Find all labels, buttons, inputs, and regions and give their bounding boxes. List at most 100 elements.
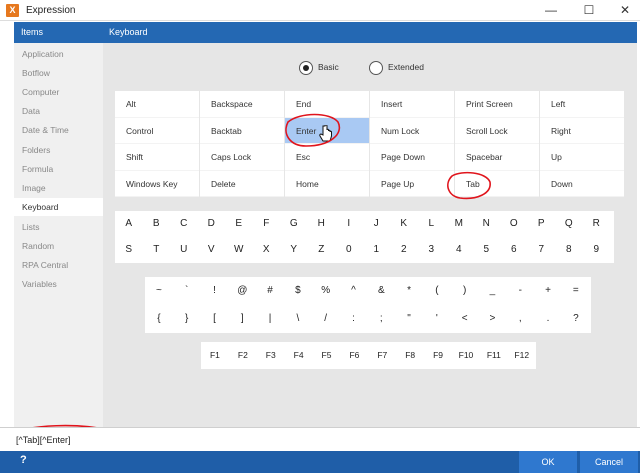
symbol-key[interactable]: # bbox=[256, 277, 284, 305]
symbol-key[interactable]: , bbox=[506, 305, 534, 333]
key-f4[interactable]: F4 bbox=[285, 342, 313, 369]
symbol-key[interactable]: ] bbox=[228, 305, 256, 333]
key-a[interactable]: A bbox=[115, 211, 143, 237]
sidebar-item-date-time[interactable]: Date & Time bbox=[14, 121, 103, 139]
sidebar-item-lists[interactable]: Lists bbox=[14, 218, 103, 236]
sidebar-item-botflow[interactable]: Botflow bbox=[14, 64, 103, 82]
key-print-screen[interactable]: Print Screen bbox=[455, 91, 539, 118]
key-right[interactable]: Right bbox=[540, 117, 624, 144]
key-f[interactable]: F bbox=[253, 211, 281, 237]
key-u[interactable]: U bbox=[170, 237, 198, 263]
key-i[interactable]: I bbox=[335, 211, 363, 237]
sidebar-item-formula[interactable]: Formula bbox=[14, 160, 103, 178]
key-v[interactable]: V bbox=[198, 237, 226, 263]
key-9[interactable]: 9 bbox=[583, 237, 611, 263]
key-g[interactable]: G bbox=[280, 211, 308, 237]
key-q[interactable]: Q bbox=[555, 211, 583, 237]
key-b[interactable]: B bbox=[143, 211, 171, 237]
key-l[interactable]: L bbox=[418, 211, 446, 237]
sidebar-item-rpa-central[interactable]: RPA Central bbox=[14, 256, 103, 274]
key-enter[interactable]: Enter bbox=[285, 117, 369, 144]
maximize-button[interactable]: ☐ bbox=[574, 0, 604, 21]
symbol-key[interactable]: @ bbox=[228, 277, 256, 305]
key-3[interactable]: 3 bbox=[418, 237, 446, 263]
key-e[interactable]: E bbox=[225, 211, 253, 237]
key-4[interactable]: 4 bbox=[445, 237, 473, 263]
key-left[interactable]: Left bbox=[540, 91, 624, 118]
symbol-key[interactable]: > bbox=[479, 305, 507, 333]
sidebar-item-keyboard[interactable]: Keyboard bbox=[14, 198, 103, 216]
key-7[interactable]: 7 bbox=[528, 237, 556, 263]
key-num-lock[interactable]: Num Lock bbox=[370, 117, 454, 144]
key-f8[interactable]: F8 bbox=[396, 342, 424, 369]
key-spacebar[interactable]: Spacebar bbox=[455, 144, 539, 171]
key-f9[interactable]: F9 bbox=[424, 342, 452, 369]
key-f10[interactable]: F10 bbox=[452, 342, 480, 369]
symbol-key[interactable]: \ bbox=[284, 305, 312, 333]
key-f2[interactable]: F2 bbox=[229, 342, 257, 369]
key-tab[interactable]: Tab bbox=[455, 170, 539, 197]
key-x[interactable]: X bbox=[253, 237, 281, 263]
key-esc[interactable]: Esc bbox=[285, 144, 369, 171]
key-end[interactable]: End bbox=[285, 91, 369, 118]
key-f7[interactable]: F7 bbox=[368, 342, 396, 369]
key-2[interactable]: 2 bbox=[390, 237, 418, 263]
symbol-key[interactable]: ; bbox=[367, 305, 395, 333]
symbol-key[interactable]: { bbox=[145, 305, 173, 333]
key-backspace[interactable]: Backspace bbox=[200, 91, 284, 118]
expression-input[interactable] bbox=[16, 433, 616, 447]
key-t[interactable]: T bbox=[143, 237, 171, 263]
basic-radio[interactable]: Basic bbox=[299, 59, 339, 75]
key-insert[interactable]: Insert bbox=[370, 91, 454, 118]
symbol-key[interactable]: ` bbox=[173, 277, 201, 305]
symbol-key[interactable]: ' bbox=[423, 305, 451, 333]
symbol-key[interactable]: & bbox=[367, 277, 395, 305]
symbol-key[interactable]: ) bbox=[451, 277, 479, 305]
symbol-key[interactable]: ( bbox=[423, 277, 451, 305]
key-alt[interactable]: Alt bbox=[115, 91, 199, 118]
sidebar-item-data[interactable]: Data bbox=[14, 102, 103, 120]
key-f3[interactable]: F3 bbox=[257, 342, 285, 369]
symbol-key[interactable]: _ bbox=[479, 277, 507, 305]
extended-radio[interactable]: Extended bbox=[369, 59, 424, 75]
key-windows-key[interactable]: Windows Key bbox=[115, 170, 199, 197]
key-h[interactable]: H bbox=[308, 211, 336, 237]
key-f5[interactable]: F5 bbox=[313, 342, 341, 369]
key-j[interactable]: J bbox=[363, 211, 391, 237]
key-f11[interactable]: F11 bbox=[480, 342, 508, 369]
key-n[interactable]: N bbox=[473, 211, 501, 237]
key-y[interactable]: Y bbox=[280, 237, 308, 263]
symbol-key[interactable]: * bbox=[395, 277, 423, 305]
key-down[interactable]: Down bbox=[540, 170, 624, 197]
close-button[interactable]: ✕ bbox=[610, 0, 640, 21]
symbol-key[interactable]: ^ bbox=[340, 277, 368, 305]
key-page-down[interactable]: Page Down bbox=[370, 144, 454, 171]
symbol-key[interactable]: % bbox=[312, 277, 340, 305]
key-r[interactable]: R bbox=[583, 211, 611, 237]
symbol-key[interactable]: | bbox=[256, 305, 284, 333]
key-f6[interactable]: F6 bbox=[340, 342, 368, 369]
symbol-key[interactable]: } bbox=[173, 305, 201, 333]
sidebar-item-variables[interactable]: Variables bbox=[14, 275, 103, 293]
symbol-key[interactable]: [ bbox=[201, 305, 229, 333]
key-6[interactable]: 6 bbox=[500, 237, 528, 263]
key-c[interactable]: C bbox=[170, 211, 198, 237]
symbol-key[interactable]: ! bbox=[201, 277, 229, 305]
symbol-key[interactable]: $ bbox=[284, 277, 312, 305]
symbol-key[interactable]: / bbox=[312, 305, 340, 333]
symbol-key[interactable]: . bbox=[534, 305, 562, 333]
sidebar-item-random[interactable]: Random bbox=[14, 237, 103, 255]
sidebar-item-computer[interactable]: Computer bbox=[14, 83, 103, 101]
key-0[interactable]: 0 bbox=[335, 237, 363, 263]
key-w[interactable]: W bbox=[225, 237, 253, 263]
key-shift[interactable]: Shift bbox=[115, 144, 199, 171]
sidebar-item-folders[interactable]: Folders bbox=[14, 141, 103, 159]
key-z[interactable]: Z bbox=[308, 237, 336, 263]
symbol-key[interactable]: < bbox=[451, 305, 479, 333]
ok-button[interactable]: OK bbox=[519, 451, 577, 473]
sidebar-item-application[interactable]: Application bbox=[14, 45, 103, 63]
minimize-button[interactable]: — bbox=[536, 0, 566, 21]
key-f12[interactable]: F12 bbox=[508, 342, 536, 369]
symbol-key[interactable]: " bbox=[395, 305, 423, 333]
key-backtab[interactable]: Backtab bbox=[200, 117, 284, 144]
